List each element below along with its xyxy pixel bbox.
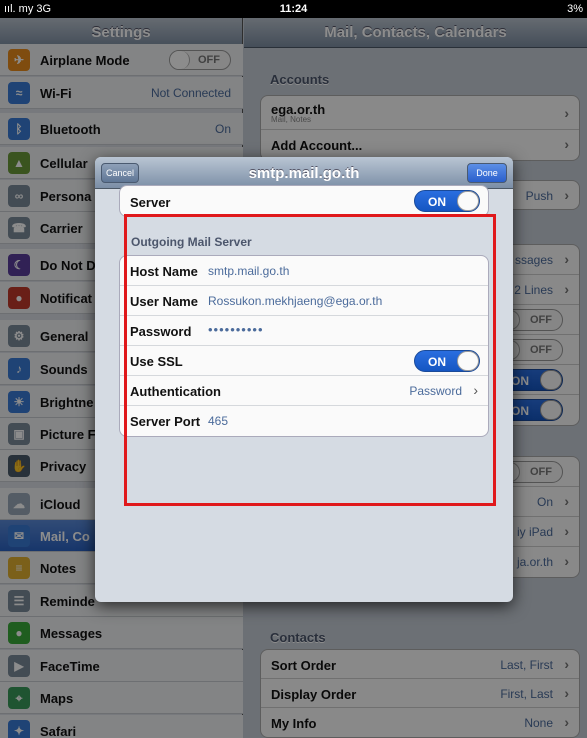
toggle-knob (457, 191, 479, 211)
server-label: Server (130, 195, 171, 210)
ipad-screen: ııl. my 3G 11:24 3% Settings ✈ Airplane M… (0, 0, 587, 738)
done-button[interactable]: Done (467, 163, 507, 183)
sheet-title: smtp.mail.go.th (248, 165, 360, 182)
server-toggle-label: ON (428, 195, 446, 209)
server-group: Server ON (119, 185, 489, 217)
server-toggle[interactable]: ON (414, 190, 480, 212)
clock: 11:24 (279, 3, 308, 15)
server-row: Server ON (120, 186, 488, 216)
battery-indicator: 3% (567, 3, 583, 15)
status-bar: ııl. my 3G 11:24 3% (0, 0, 587, 18)
highlight-box (124, 214, 496, 506)
